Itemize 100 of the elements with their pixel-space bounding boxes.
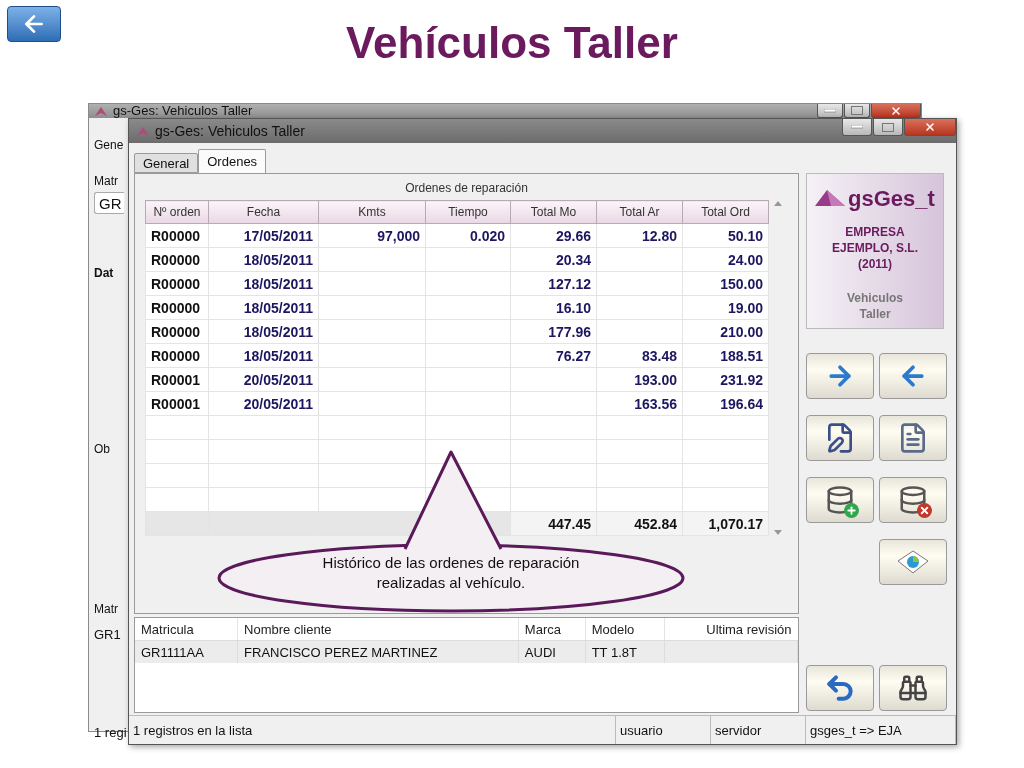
group-label: Dat — [94, 266, 115, 280]
column-header[interactable]: Marca — [518, 618, 586, 641]
table-cell: R00000 — [145, 247, 209, 272]
close-button[interactable] — [871, 104, 921, 118]
add-button[interactable] — [806, 477, 874, 523]
logo-text: gsGes_t — [848, 186, 935, 212]
table-cell[interactable]: FRANCISCO PEREZ MARTINEZ — [237, 640, 519, 663]
table-cell: R00001 — [145, 367, 209, 392]
app-logo-icon — [95, 106, 107, 116]
table-cell: 97,000 — [318, 223, 426, 248]
table-cell: R00000 — [145, 271, 209, 296]
table-cell: 18/05/2011 — [208, 343, 319, 368]
maximize-button[interactable] — [844, 104, 870, 118]
table-cell: R00000 — [145, 223, 209, 248]
module-name: Vehiculos Taller — [846, 290, 904, 322]
column-header[interactable]: Nombre cliente — [237, 618, 519, 641]
table-cell: 177.96 — [510, 319, 597, 344]
field-label: Ob — [94, 442, 111, 456]
column-header[interactable]: Matricula — [135, 618, 238, 641]
total-cell: 452.84 — [596, 511, 683, 536]
table-cell: 210.00 — [682, 319, 769, 344]
status-text: servidor — [711, 716, 806, 744]
tab[interactable]: Gene — [94, 138, 125, 152]
total-cell: 447.45 — [510, 511, 597, 536]
table-cell: R00001 — [145, 391, 209, 416]
callout-text: Histórico de las ordenes de reparación realizadas al vehículo. — [321, 553, 581, 593]
table-cell: 18/05/2011 — [208, 271, 319, 296]
table-caption: Ordenes de reparación — [405, 181, 528, 195]
previous-button[interactable] — [879, 353, 947, 399]
table-cell: 231.92 — [682, 367, 769, 392]
table-cell: R00000 — [145, 295, 209, 320]
close-icon — [890, 104, 902, 117]
logo-icon — [815, 190, 846, 208]
table-cell: 150.00 — [682, 271, 769, 296]
report-button[interactable] — [879, 539, 947, 585]
input-field[interactable]: GR — [94, 192, 124, 214]
next-button[interactable] — [806, 353, 874, 399]
table-cell: 20/05/2011 — [208, 391, 319, 416]
column-header[interactable]: Total Ord — [682, 200, 769, 224]
maximize-icon — [882, 122, 894, 132]
status-text: gsges_t => EJA — [806, 716, 956, 744]
table-cell: 83.48 — [596, 343, 683, 368]
maximize-button[interactable] — [873, 119, 903, 136]
maximize-icon — [851, 106, 863, 115]
column-header[interactable]: Total Mo — [510, 200, 597, 224]
window-title: gs-Ges: Vehiculos Taller — [113, 104, 254, 118]
table-cell: 76.27 — [510, 343, 597, 368]
table-cell: 18/05/2011 — [208, 319, 319, 344]
back-button[interactable] — [7, 6, 61, 42]
edit-button[interactable] — [806, 415, 874, 461]
table-cell: 29.66 — [510, 223, 597, 248]
table-cell: 20/05/2011 — [208, 367, 319, 392]
column-header[interactable]: Tiempo — [425, 200, 511, 224]
minimize-button[interactable] — [842, 119, 872, 136]
slide-title: Vehículos Taller — [345, 18, 679, 68]
app-logo-icon — [137, 126, 149, 136]
table-cell: 12.80 — [596, 223, 683, 248]
table-cell-text: GR1 — [94, 628, 122, 642]
table-cell: 18/05/2011 — [208, 295, 319, 320]
delete-button[interactable] — [879, 477, 947, 523]
column-header[interactable]: Nº orden — [145, 200, 209, 224]
binoculars-icon — [898, 673, 928, 703]
table-cell: 127.12 — [510, 271, 597, 296]
table-cell: 19.00 — [682, 295, 769, 320]
status-text: 1 registros en la lista — [129, 716, 616, 744]
column-header[interactable]: Ultima revisión — [664, 618, 798, 641]
column-header: Matr — [94, 602, 119, 616]
table-cell: 17/05/2011 — [208, 223, 319, 248]
return-button[interactable] — [806, 665, 874, 711]
minimize-button[interactable] — [817, 104, 843, 118]
company-name: EMPRESA EJEMPLO, S.L. (2011) — [831, 224, 919, 272]
column-header[interactable]: Total Ar — [596, 200, 683, 224]
table-cell: R00000 — [145, 319, 209, 344]
table-cell: 20.34 — [510, 247, 597, 272]
close-button[interactable] — [904, 119, 956, 136]
total-cell: 1,070.17 — [682, 511, 769, 536]
table-cell: 24.00 — [682, 247, 769, 272]
tab[interactable]: General — [134, 153, 199, 173]
table-cell[interactable]: GR1111AA — [135, 640, 238, 663]
column-header[interactable]: Fecha — [208, 200, 319, 224]
field-label: Matr — [94, 174, 119, 188]
undo-arrow-icon — [824, 672, 856, 704]
tab[interactable]: Ordenes — [198, 149, 267, 173]
table-cell: 193.00 — [596, 367, 683, 392]
table-cell: 163.56 — [596, 391, 683, 416]
close-icon — [924, 121, 936, 133]
column-header[interactable]: Kmts — [318, 200, 426, 224]
table-cell: 18/05/2011 — [208, 247, 319, 272]
restore-button[interactable] — [879, 415, 947, 461]
minimize-icon — [851, 125, 863, 129]
window-title: gs-Ges: Vehiculos Taller — [155, 123, 306, 139]
table-cell: 188.51 — [682, 343, 769, 368]
search-button[interactable] — [879, 665, 947, 711]
table-cell: 196.64 — [682, 391, 769, 416]
status-text: usuario — [616, 716, 711, 744]
minimize-icon — [824, 108, 836, 113]
table-cell: R00000 — [145, 343, 209, 368]
column-header[interactable]: Modelo — [585, 618, 665, 641]
table-cell: 16.10 — [510, 295, 597, 320]
status-text: 1 regi — [94, 726, 125, 740]
